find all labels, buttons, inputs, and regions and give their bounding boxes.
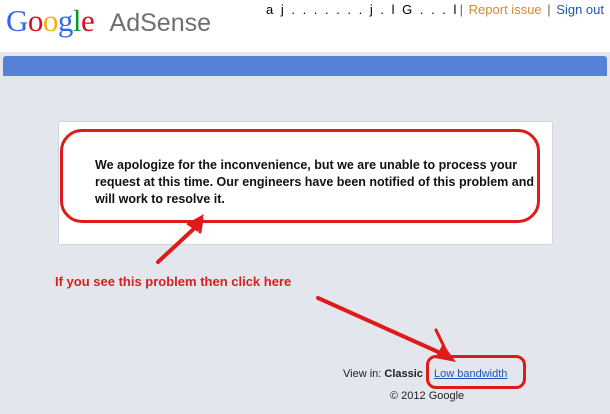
arrow-up-to-message: [156, 214, 204, 264]
low-bandwidth-highlight-circle: [426, 355, 526, 389]
arrow-down-to-link: [316, 296, 456, 362]
annotation-arrows: [156, 214, 456, 362]
view-in-text: View in: Classic: [343, 368, 423, 380]
annotation-caption: If you see this problem then click here: [55, 274, 292, 289]
view-in-label: View in:: [343, 368, 382, 380]
copyright: © 2012 Google: [390, 390, 465, 402]
view-classic-current: Classic: [384, 368, 423, 380]
